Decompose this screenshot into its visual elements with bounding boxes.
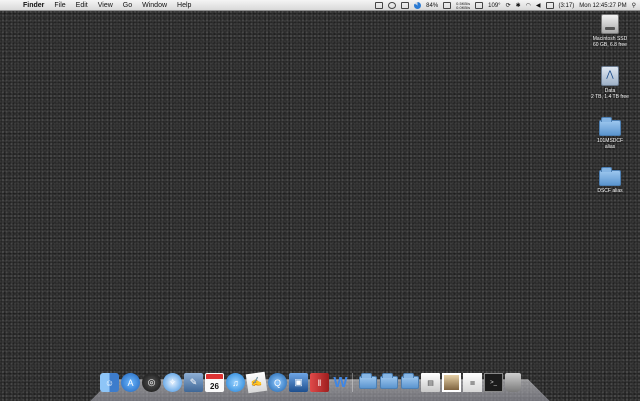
word-icon[interactable]: W xyxy=(331,373,350,392)
app-store-icon[interactable]: A xyxy=(121,373,140,392)
desktop-icon-label: DSCF alias xyxy=(597,188,623,194)
menu-app-name[interactable]: Finder xyxy=(18,0,49,11)
menu-window[interactable]: Window xyxy=(137,0,172,11)
menu-bar: Finder File Edit View Go Window Help 84%… xyxy=(0,0,640,11)
calendar-header xyxy=(206,374,223,379)
documents-folder-icon[interactable] xyxy=(379,373,398,392)
clipboard-icon[interactable] xyxy=(375,2,384,9)
dock-separator xyxy=(352,373,356,392)
screen-sharing-icon[interactable]: ▣ xyxy=(289,373,308,392)
applications-folder-icon[interactable] xyxy=(358,373,377,392)
external-disk-icon: ⋀ xyxy=(601,66,619,86)
folder-icon xyxy=(599,117,621,136)
clock[interactable]: Mon 12:45:27 PM xyxy=(579,3,626,9)
textedit-icon[interactable]: ✍ xyxy=(245,371,268,394)
trash-icon[interactable] xyxy=(505,373,521,392)
memory-icon[interactable] xyxy=(443,2,452,9)
network-rate: 0.5KB/s 0.0KB/s xyxy=(456,0,471,10)
desktop-icon-data[interactable]: ⋀ Data 2 TB, 1.4 TB free xyxy=(584,66,636,100)
quicktime-icon[interactable]: Q xyxy=(268,373,287,392)
preview-icon[interactable]: ✎ xyxy=(184,373,203,392)
newspaper-stack-icon[interactable]: ▤ xyxy=(421,373,440,392)
time-machine-icon[interactable]: ⟳ xyxy=(506,2,511,9)
menu-view[interactable]: View xyxy=(93,0,118,11)
battery-icon[interactable] xyxy=(545,2,554,9)
wifi-icon[interactable]: ◠ xyxy=(526,2,531,9)
itunes-icon[interactable]: ♫ xyxy=(226,373,245,392)
battery-time: (3:17) xyxy=(558,2,575,9)
paperclip-icon[interactable] xyxy=(388,2,397,9)
menu-go[interactable]: Go xyxy=(118,0,137,11)
menu-edit[interactable]: Edit xyxy=(71,0,93,11)
temperature-readout: 109° xyxy=(488,2,501,9)
battery-percent: 84% xyxy=(426,2,439,9)
desktop-icon-macintosh-ssd[interactable]: Macintosh SSD 60 GB, 6.8 free xyxy=(584,14,636,48)
finder-icon[interactable]: ☺ xyxy=(100,373,119,392)
desktop-icon-dscf-alias[interactable]: DSCF alias xyxy=(584,167,636,194)
desktop-icon-sublabel: 60 GB, 6.8 free xyxy=(593,42,627,48)
folder-icon xyxy=(599,167,621,186)
safari-icon[interactable]: ✧ xyxy=(163,373,182,392)
desktop-icon-sublabel: alias xyxy=(604,144,616,150)
desktop-icon-101msdcf[interactable]: 101MSDCF alias xyxy=(584,117,636,150)
photos-stack-icon[interactable] xyxy=(442,373,461,392)
battery-pie-icon[interactable] xyxy=(414,2,422,9)
calendar-icon[interactable]: 26 xyxy=(205,373,224,392)
menu-help[interactable]: Help xyxy=(172,0,196,11)
downloads-folder-icon[interactable] xyxy=(400,373,419,392)
desktop-icon-sublabel: 2 TB, 1.4 TB free xyxy=(591,94,629,100)
hard-disk-icon xyxy=(601,14,619,34)
temperature-icon[interactable] xyxy=(475,2,484,9)
spotlight-icon[interactable]: ⚲ xyxy=(632,2,636,9)
flashcards-icon[interactable]: ‖ xyxy=(310,373,329,392)
dashboard-icon[interactable]: ◎ xyxy=(142,373,161,392)
volume-icon[interactable]: ◀ xyxy=(536,2,541,9)
documents-stack-icon[interactable]: ≣ xyxy=(463,373,482,392)
bluetooth-icon[interactable]: ✱ xyxy=(516,2,521,9)
calendar-day: 26 xyxy=(210,382,219,391)
terminal-stack-icon[interactable]: >_ xyxy=(484,373,503,392)
display-icon[interactable] xyxy=(401,2,410,9)
dock: ☺ A ◎ ✧ ✎ 26 ♫ ✍ Q ▣ ‖ W ▤ ≣ >_ xyxy=(100,370,545,394)
status-area: 84% 0.5KB/s 0.0KB/s 109° ⟳ ✱ ◠ ◀ (3:17) … xyxy=(375,0,636,11)
menu-file[interactable]: File xyxy=(49,0,70,11)
